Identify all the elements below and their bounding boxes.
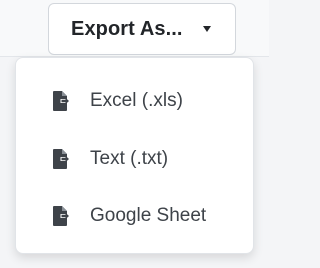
menu-item-label: Text (.txt) <box>90 148 169 169</box>
menu-item-google-sheet[interactable]: Google Sheet <box>16 190 253 242</box>
export-as-button[interactable]: Export As... <box>48 3 236 55</box>
export-menu: Excel (.xls) Text (.txt) Google Sheet <box>15 57 254 254</box>
caret-down-icon <box>203 26 211 32</box>
file-export-icon <box>53 149 69 169</box>
menu-item-text[interactable]: Text (.txt) <box>16 133 253 185</box>
export-as-label: Export As... <box>71 17 183 40</box>
menu-item-excel[interactable]: Excel (.xls) <box>16 75 253 127</box>
file-export-icon <box>53 206 69 226</box>
menu-item-label: Excel (.xls) <box>90 90 183 111</box>
menu-item-label: Google Sheet <box>90 205 207 226</box>
page: Export As... Excel (.xls) Text (.txt) Go… <box>0 0 269 268</box>
file-export-icon <box>53 91 69 111</box>
